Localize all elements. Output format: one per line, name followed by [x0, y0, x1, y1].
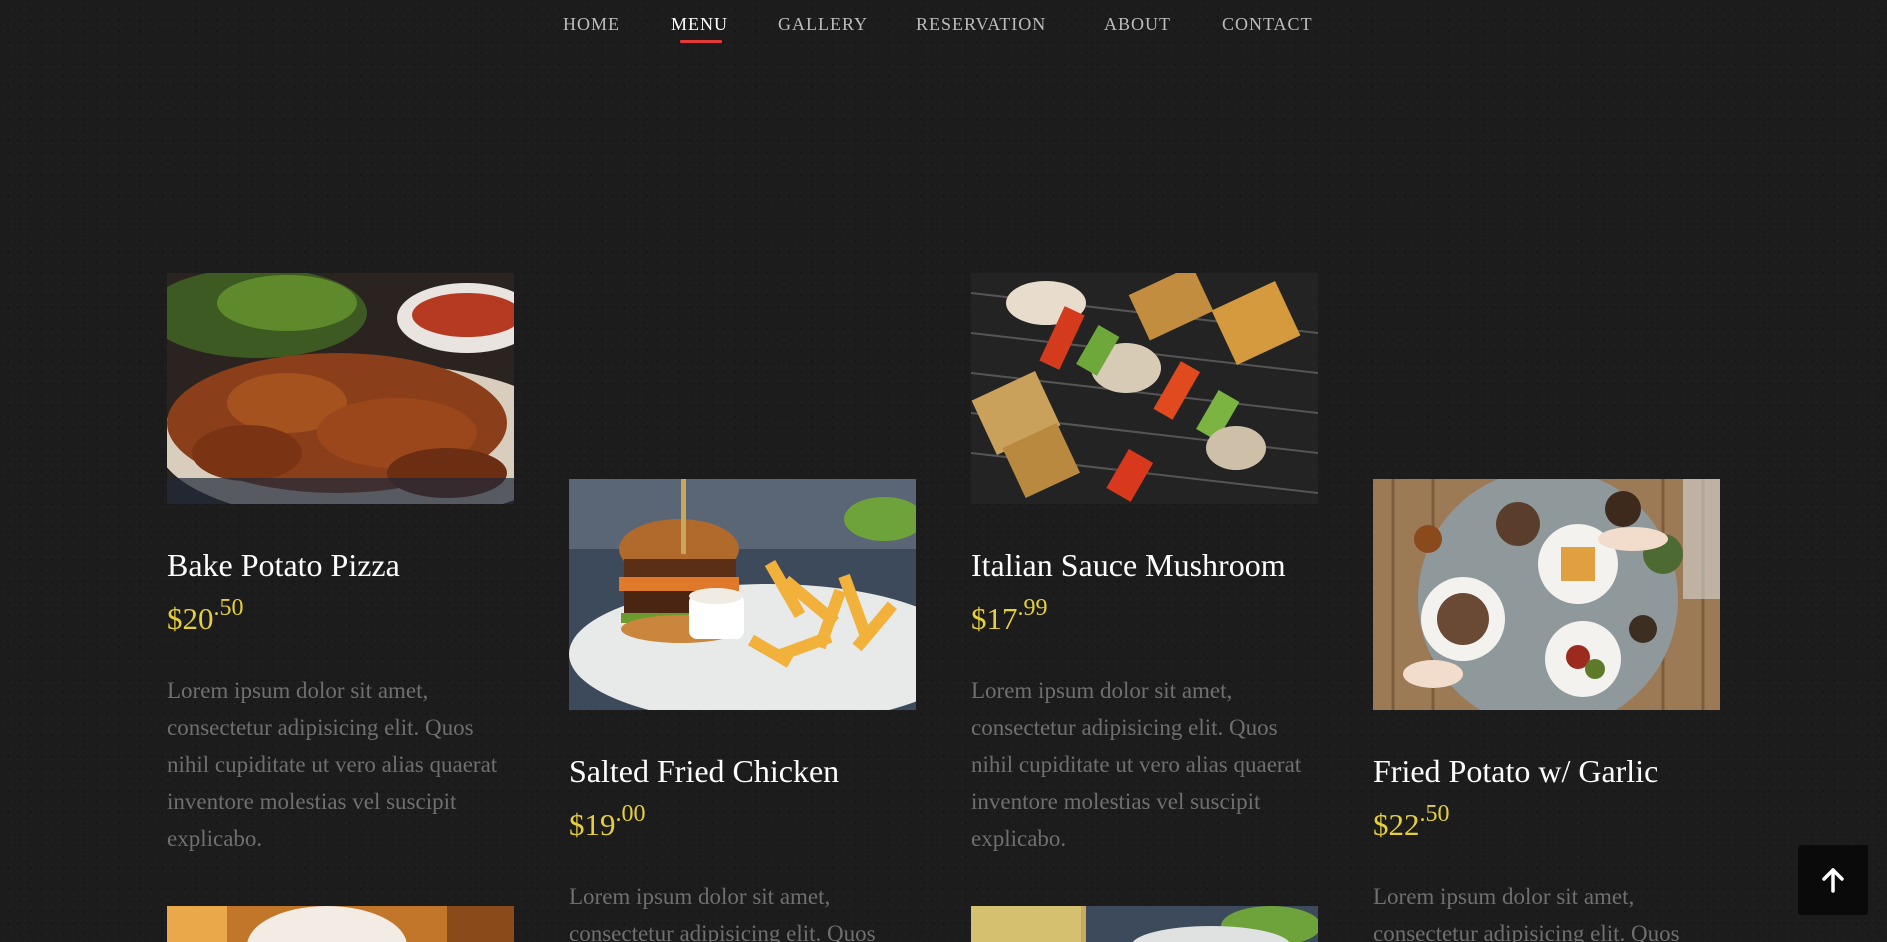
active-nav-underline: [680, 40, 722, 43]
dish-price: $22.50: [1373, 800, 1720, 843]
price-cents: .00: [615, 801, 646, 828]
dish-photo-table-spread: [1373, 479, 1720, 710]
menu-item-card: Italian Sauce Mushroom $17.99 Lorem ipsu…: [971, 273, 1318, 857]
nav-item-contact[interactable]: CONTACT: [1222, 14, 1313, 35]
menu-item-card: Fried Potato w/ Garlic $22.50 Lorem ipsu…: [1373, 479, 1720, 942]
dish-photo-grilled-chicken: [167, 273, 514, 504]
main-nav: HOME MENU GALLERY RESERVATION ABOUT CONT…: [0, 0, 1887, 50]
nav-item-menu[interactable]: MENU: [671, 14, 728, 35]
arrow-up-icon: [1822, 868, 1844, 893]
dish-description: Lorem ipsum dolor sit amet, consectetur …: [971, 677, 1302, 851]
dish-name: Bake Potato Pizza: [167, 547, 400, 583]
menu-item-card: Salted Fried Chicken $19.00 Lorem ipsum …: [569, 479, 916, 942]
dish-price: $17.99: [971, 594, 1318, 637]
dish-price: $19.00: [569, 800, 916, 843]
dish-description: Lorem ipsum dolor sit amet, consectetur …: [167, 677, 498, 851]
back-to-top-button[interactable]: [1798, 845, 1868, 915]
price-main: $20: [167, 601, 214, 637]
dish-description: Lorem ipsum dolor sit amet, consectetur …: [569, 883, 876, 942]
dish-price: $20.50: [167, 594, 514, 637]
dish-photo-burger-fries: [569, 479, 916, 710]
dish-name: Italian Sauce Mushroom: [971, 547, 1286, 583]
dish-photo-next-row: [167, 906, 514, 942]
dish-photo-next-row: [971, 906, 1318, 942]
price-cents: .99: [1017, 595, 1048, 622]
dish-name: Salted Fried Chicken: [569, 753, 840, 789]
price-cents: .50: [1419, 801, 1450, 828]
nav-item-about[interactable]: ABOUT: [1104, 14, 1171, 35]
dish-name: Fried Potato w/ Garlic: [1373, 753, 1659, 789]
menu-item-card: Bake Potato Pizza $20.50 Lorem ipsum dol…: [167, 273, 514, 857]
dish-description: Lorem ipsum dolor sit amet, consectetur …: [1373, 883, 1680, 942]
price-main: $19: [569, 807, 616, 843]
nav-item-home[interactable]: HOME: [563, 14, 620, 35]
price-main: $17: [971, 601, 1018, 637]
menu-page: HOME MENU GALLERY RESERVATION ABOUT CONT…: [0, 0, 1887, 942]
nav-item-reservation[interactable]: RESERVATION: [916, 14, 1046, 35]
nav-item-gallery[interactable]: GALLERY: [778, 14, 868, 35]
dish-photo-grilled-skewers: [971, 273, 1318, 504]
price-cents: .50: [213, 595, 244, 622]
price-main: $22: [1373, 807, 1420, 843]
